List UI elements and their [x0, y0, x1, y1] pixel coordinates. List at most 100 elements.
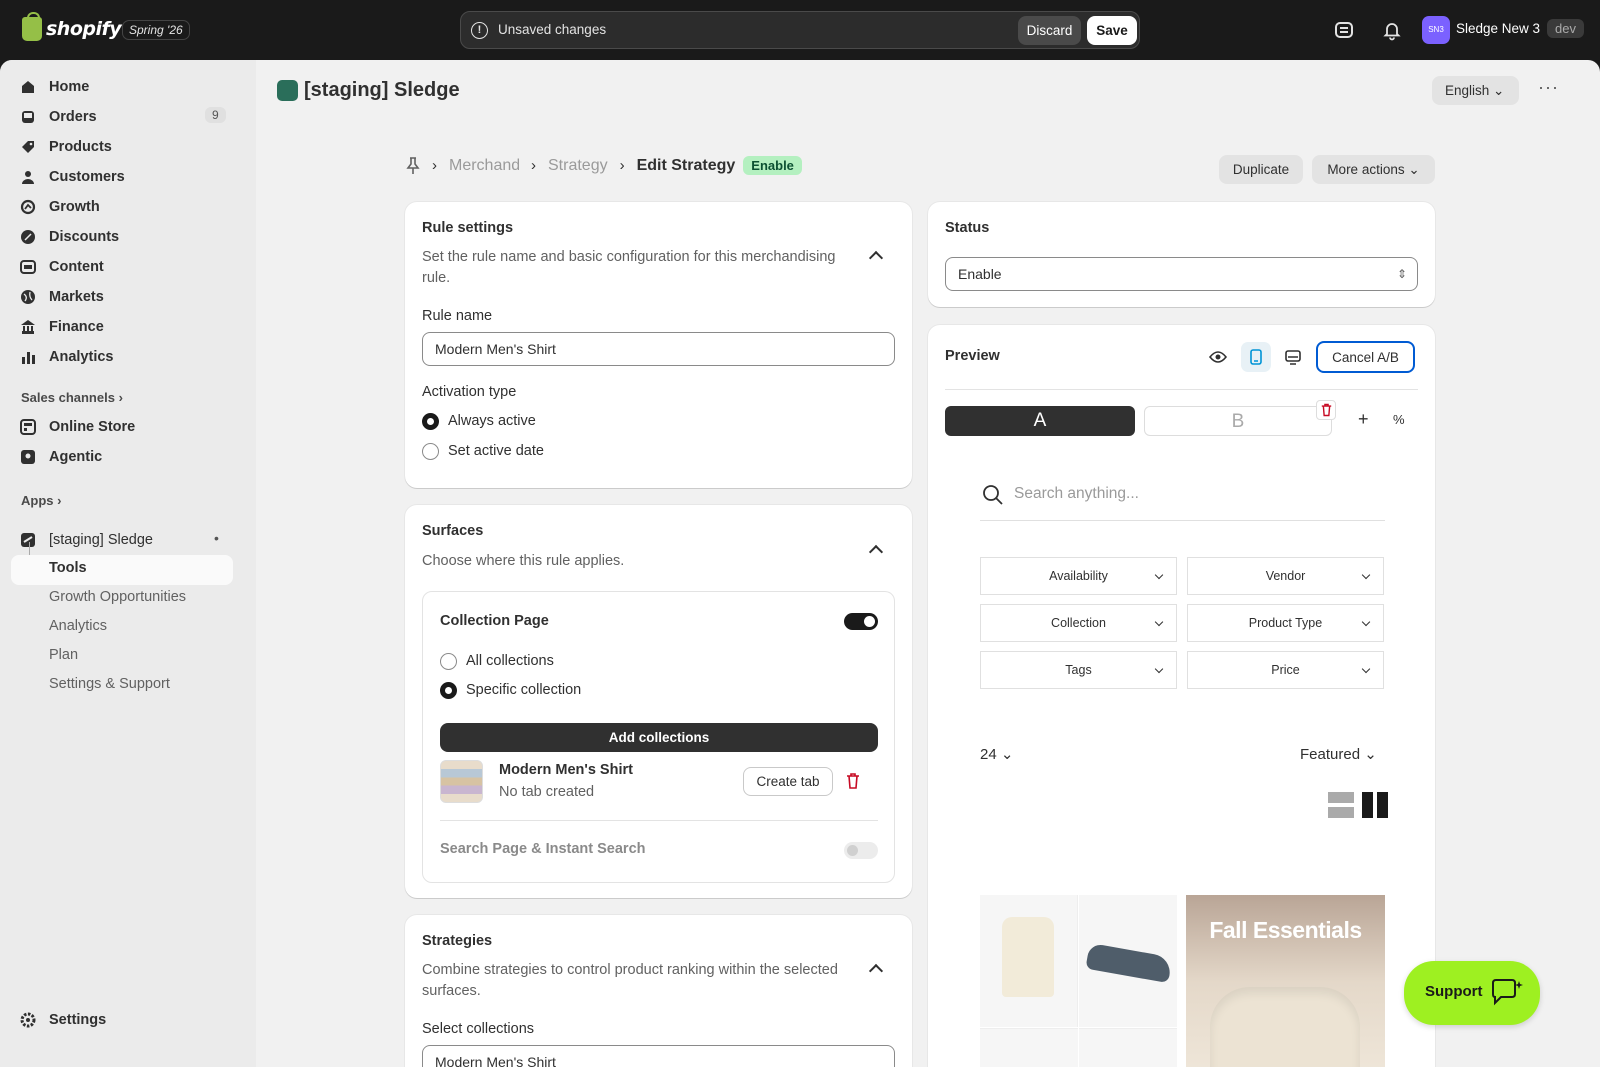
rule-name-input[interactable]: Modern Men's Shirt — [422, 332, 895, 366]
search-page-toggle[interactable] — [844, 842, 878, 859]
list-view-icon[interactable] — [1328, 792, 1354, 818]
filter-availability[interactable]: Availability — [980, 557, 1177, 595]
eye-icon[interactable] — [1209, 350, 1227, 364]
sidebar-item-growth-opportunities[interactable]: Growth Opportunities — [49, 589, 186, 605]
home-icon — [22, 81, 34, 93]
product-card-shoes[interactable] — [1079, 895, 1177, 1027]
more-actions-button[interactable]: More actions ⌄ — [1312, 155, 1435, 184]
set-active-date-label[interactable]: Set active date — [448, 443, 544, 459]
all-collections-label[interactable]: All collections — [466, 653, 554, 669]
chevron-down-icon: ⌄ — [1000, 746, 1014, 763]
sidebar-item-settings-support[interactable]: Settings & Support — [49, 676, 170, 692]
specific-collection-label[interactable]: Specific collection — [466, 682, 581, 698]
sidebar-item-growth[interactable]: Growth — [20, 195, 100, 219]
chat-bubble-icon — [1492, 979, 1523, 1006]
shopify-logo[interactable]: shopify — [22, 12, 122, 41]
variant-a-tab[interactable]: A — [945, 406, 1135, 436]
product-card[interactable] — [1079, 1028, 1177, 1067]
filter-collection[interactable]: Collection — [980, 604, 1177, 642]
store-avatar[interactable]: SN3 — [1422, 16, 1450, 44]
add-variant-icon[interactable]: + — [1358, 409, 1369, 430]
per-page-select[interactable]: 24 ⌄ — [980, 745, 1013, 763]
sidebar-item-finance[interactable]: Finance — [20, 315, 104, 339]
chevron-right-icon: › — [619, 157, 625, 174]
collection-page-panel: Collection Page All collections Specific… — [422, 591, 895, 883]
sales-channels-heading[interactable]: Sales channels › — [21, 390, 123, 405]
sidebar-item-orders[interactable]: Orders — [20, 105, 97, 129]
sidebar-item-discounts[interactable]: Discounts — [20, 225, 119, 249]
rule-settings-desc: Set the rule name and basic configuratio… — [422, 249, 836, 286]
filter-vendor[interactable]: Vendor — [1187, 557, 1384, 595]
specific-collection-radio[interactable] — [440, 682, 457, 699]
orders-count-badge: 9 — [205, 107, 226, 123]
grid-view-icon[interactable] — [1362, 792, 1388, 818]
banner-title: Fall Essentials — [1209, 917, 1362, 943]
breadcrumb-strategy[interactable]: Strategy — [548, 157, 608, 175]
breadcrumb-merchandising[interactable]: Merchandising — [449, 157, 519, 175]
strategies-title: Strategies — [422, 933, 493, 949]
chevron-down-icon — [1154, 664, 1164, 674]
bell-icon[interactable] — [1381, 19, 1403, 41]
always-active-radio[interactable] — [422, 413, 439, 430]
set-active-date-radio[interactable] — [422, 443, 439, 460]
sidebar-item-tools[interactable]: Tools — [49, 560, 87, 576]
save-button[interactable]: Save — [1087, 16, 1137, 45]
filter-tags[interactable]: Tags — [980, 651, 1177, 689]
duplicate-button[interactable]: Duplicate — [1219, 155, 1303, 184]
sidebar-item-content[interactable]: Content — [20, 255, 104, 279]
preview-search-input[interactable]: Search anything... — [1014, 485, 1139, 503]
sort-select[interactable]: Featured ⌄ — [1300, 745, 1377, 763]
collapse-chevron-icon[interactable] — [868, 250, 884, 266]
select-collections-input[interactable]: Modern Men's Shirt — [422, 1045, 895, 1067]
percent-split-icon[interactable]: % — [1393, 412, 1405, 427]
create-tab-button[interactable]: Create tab — [743, 767, 833, 796]
language-select[interactable]: English ⌄ — [1432, 76, 1519, 105]
bar-chart-icon — [22, 352, 35, 364]
sidebar-item-online-store[interactable]: Online Store — [20, 415, 135, 439]
filter-product-type[interactable]: Product Type — [1187, 604, 1384, 642]
sidebar-item-markets[interactable]: Markets — [20, 285, 104, 309]
globe-icon — [21, 290, 35, 304]
sidebar-item-customers[interactable]: Customers — [20, 165, 125, 189]
store-name[interactable]: Sledge New 3 — [1456, 21, 1540, 36]
fall-essentials-banner[interactable]: Fall Essentials — [1186, 895, 1385, 1067]
sidebar: Home Orders 9 Products Customers Growth … — [0, 60, 256, 1067]
delete-variant-button[interactable] — [1316, 400, 1336, 420]
add-collections-button[interactable]: Add collections — [440, 723, 878, 752]
trash-icon[interactable] — [846, 773, 860, 789]
sidekick-icon[interactable] — [1333, 19, 1355, 41]
more-options-icon[interactable]: ··· — [1538, 77, 1559, 98]
discard-button[interactable]: Discard — [1018, 16, 1081, 45]
apps-heading[interactable]: Apps › — [21, 493, 61, 508]
chevron-down-icon: ⌄ — [1408, 162, 1420, 177]
variant-b-tab[interactable]: B — [1144, 406, 1332, 436]
sidebar-item-app-analytics[interactable]: Analytics — [49, 618, 107, 634]
sidebar-item-analytics[interactable]: Analytics — [20, 345, 113, 369]
strategies-card: Strategies Combine strategies to control… — [405, 915, 912, 1067]
collection-page-toggle[interactable] — [844, 613, 878, 630]
search-icon — [983, 485, 1003, 505]
mobile-view-button[interactable] — [1241, 342, 1271, 372]
collapse-chevron-icon[interactable] — [868, 544, 884, 560]
admin-frame: Home Orders 9 Products Customers Growth … — [0, 60, 1600, 1067]
inbox-icon — [22, 111, 34, 123]
cancel-ab-button[interactable]: Cancel A/B — [1316, 341, 1415, 373]
sidebar-item-plan[interactable]: Plan — [49, 647, 78, 663]
product-card-shirt[interactable] — [980, 895, 1078, 1027]
all-collections-radio[interactable] — [440, 653, 457, 670]
activation-type-label: Activation type — [422, 384, 517, 400]
sidebar-item-products[interactable]: Products — [20, 135, 112, 159]
status-select[interactable]: Enable ⇕ — [945, 257, 1418, 291]
collapse-chevron-icon[interactable] — [868, 963, 884, 979]
sidebar-item-home[interactable]: Home — [20, 75, 89, 99]
product-card[interactable] — [980, 1028, 1078, 1067]
always-active-label[interactable]: Always active — [448, 413, 536, 429]
desktop-icon[interactable] — [1285, 349, 1301, 365]
pin-icon[interactable] — [406, 156, 420, 175]
sidebar-item-settings[interactable]: Settings — [20, 1008, 106, 1032]
sidebar-item-agentic[interactable]: Agentic — [20, 445, 102, 469]
chevron-right-icon: › — [531, 157, 536, 174]
main-content: [staging] Sledge English ⌄ ··· › Merchan… — [256, 60, 1600, 1067]
support-button[interactable]: Support — [1404, 961, 1540, 1025]
filter-price[interactable]: Price — [1187, 651, 1384, 689]
